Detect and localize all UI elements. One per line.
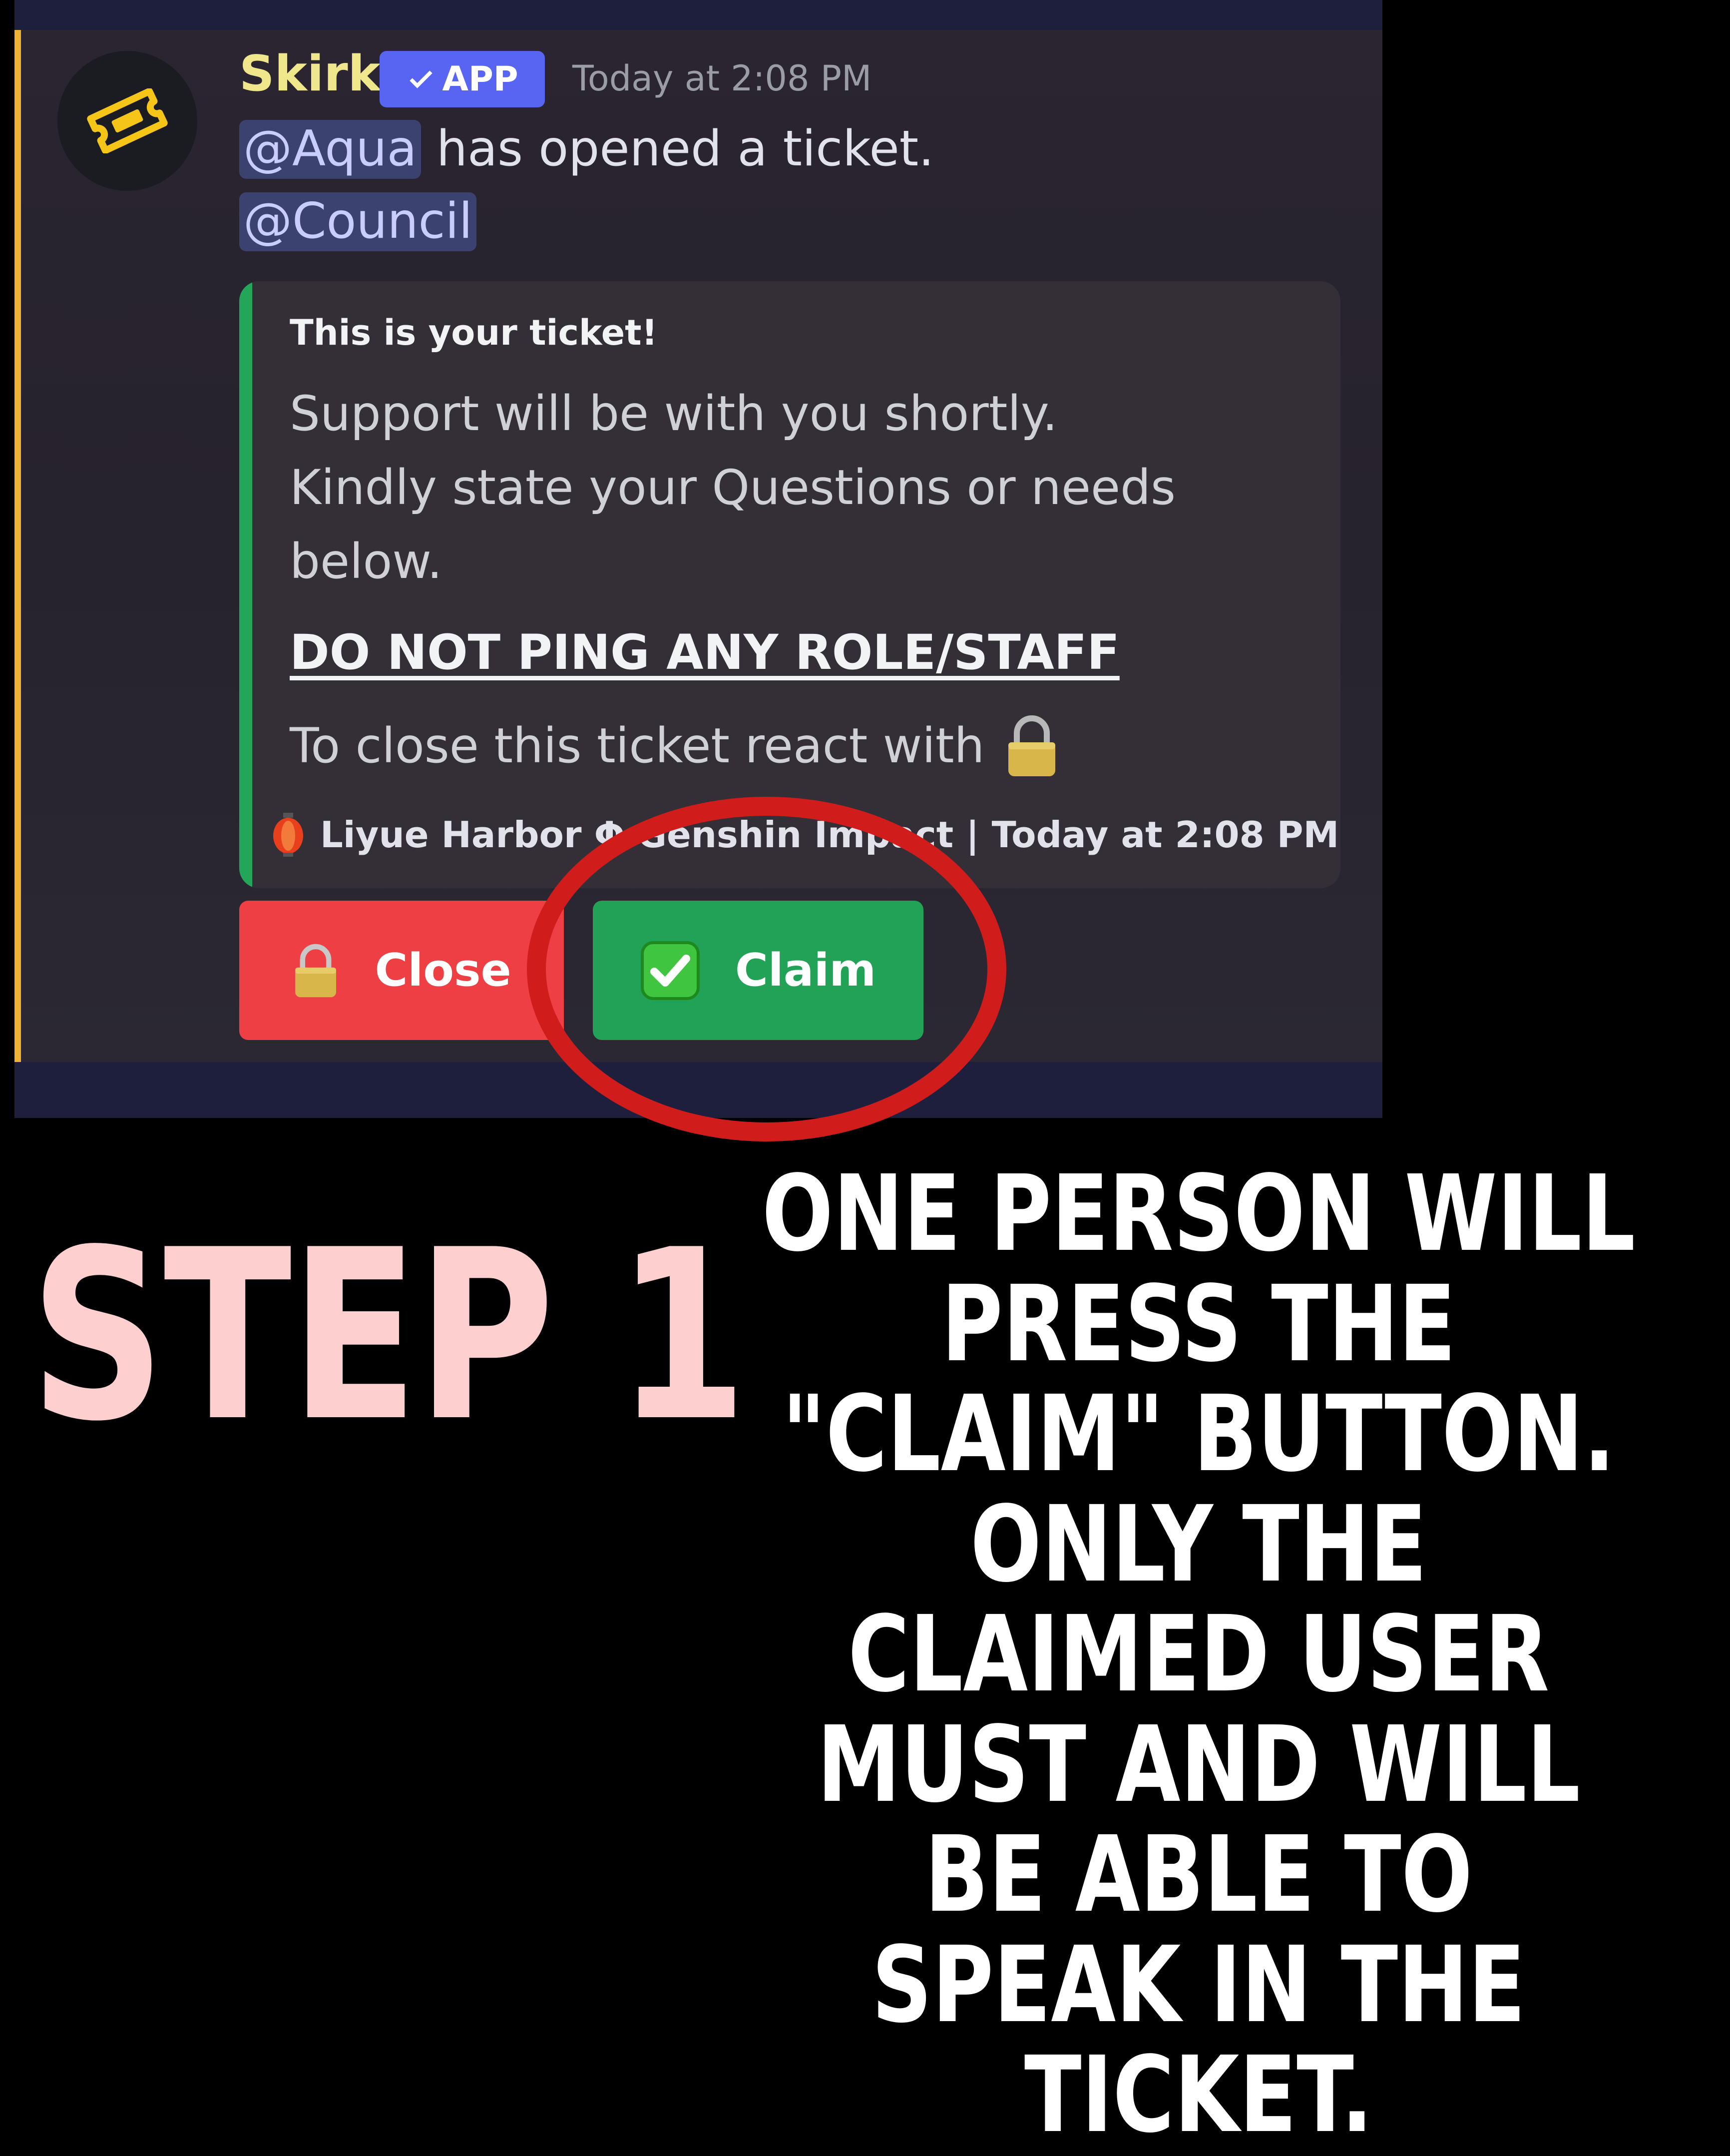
- avatar[interactable]: [57, 51, 197, 191]
- embed-body-line: Support will be with you shortly.: [290, 386, 1058, 442]
- lantern-icon: [273, 813, 303, 857]
- app-badge-label: APP: [442, 59, 518, 99]
- opened-text: has opened a ticket.: [421, 120, 934, 177]
- embed-close-hint-line: To close this ticket react with: [290, 713, 1059, 778]
- embed-warning: DO NOT PING ANY ROLE/STAFF: [290, 624, 1120, 680]
- embed-body-line: below.: [290, 534, 442, 589]
- checkmark-icon: [410, 70, 432, 88]
- lock-icon: [1008, 715, 1056, 776]
- mention-highlight-bar: [14, 30, 21, 1062]
- close-button-label: Close: [375, 944, 511, 997]
- step-title: STEP 1: [30, 1199, 747, 1473]
- close-ticket-button[interactable]: Close: [239, 901, 564, 1040]
- lock-icon: [295, 944, 337, 997]
- role-mention[interactable]: @Council: [239, 192, 476, 251]
- author-name[interactable]: Skirk: [239, 45, 381, 104]
- embed-title: This is your ticket!: [290, 312, 658, 353]
- role-mention-line: @Council: [239, 192, 476, 251]
- ticket-icon: [87, 88, 168, 153]
- highlight-circle: [527, 797, 1006, 1141]
- embed-body-line: Kindly state your Questions or needs: [290, 460, 1176, 516]
- embed-close-hint: To close this ticket react with: [290, 718, 985, 774]
- embed-color-bar: [239, 281, 252, 888]
- app-badge: APP: [380, 51, 545, 107]
- step-description: ONE PERSON WILL PRESS THE "CLAIM" BUTTON…: [762, 1152, 1636, 2156]
- user-mention[interactable]: @Aqua: [239, 120, 421, 179]
- message-timestamp: Today at 2:08 PM: [572, 58, 872, 99]
- ticket-opened-line: @Aqua has opened a ticket.: [239, 120, 934, 179]
